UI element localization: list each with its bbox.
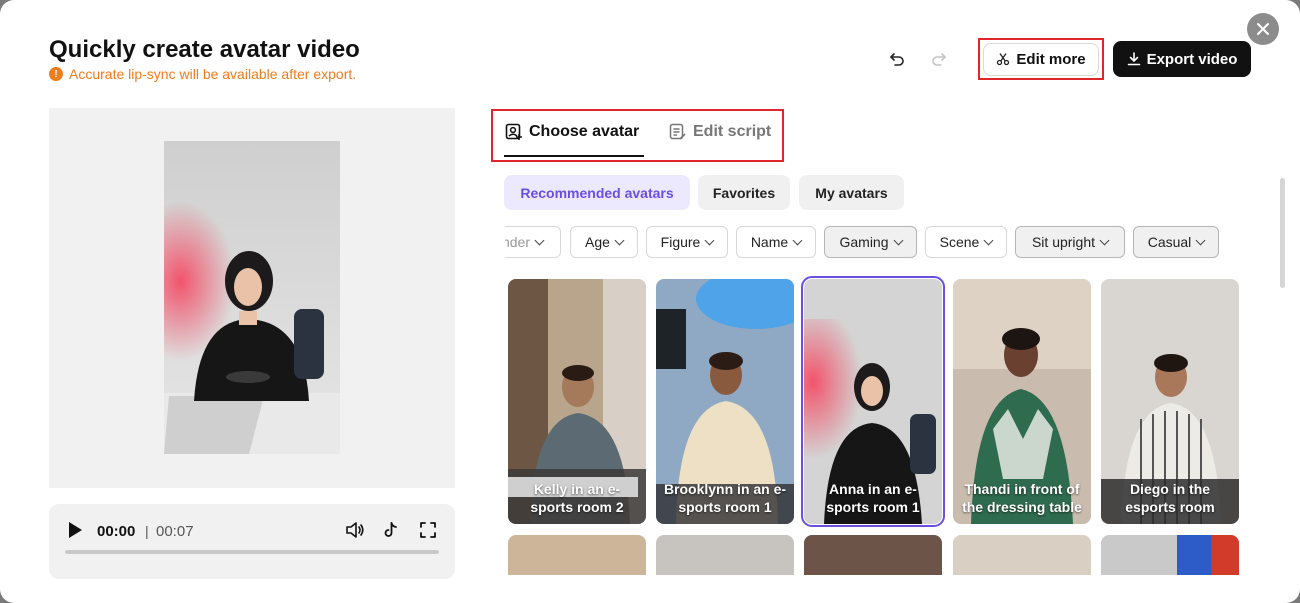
volume-button[interactable] bbox=[345, 521, 365, 544]
time-separator: | bbox=[145, 523, 149, 539]
lip-sync-notice-text: Accurate lip-sync will be available afte… bbox=[69, 66, 357, 82]
chevron-down-icon bbox=[704, 235, 715, 245]
redo-icon bbox=[932, 53, 946, 66]
avatar-card-partial[interactable] bbox=[508, 535, 646, 575]
avatar-card[interactable]: Anna in an e-sports room 1 bbox=[801, 276, 945, 527]
undo-icon bbox=[890, 53, 904, 66]
edit-more-button[interactable]: Edit more bbox=[983, 42, 1099, 76]
video-player-controls: 00:00 | 00:07 bbox=[49, 504, 455, 579]
filter-name-label: Name bbox=[750, 234, 789, 250]
fullscreen-button[interactable] bbox=[419, 521, 437, 544]
tab-choose-avatar[interactable]: Choose avatar bbox=[505, 123, 639, 141]
filter-casual[interactable]: Casual bbox=[1133, 226, 1219, 258]
chevron-down-icon bbox=[1099, 235, 1110, 245]
filter-scene-label: Scene bbox=[939, 234, 980, 250]
avatar-card[interactable]: Brooklynn in an e-sports room 1 bbox=[656, 279, 794, 524]
chevron-down-icon bbox=[614, 235, 625, 245]
filter-scene[interactable]: Scene bbox=[925, 226, 1007, 258]
segment-favorites[interactable]: Favorites bbox=[698, 175, 790, 210]
close-icon bbox=[1257, 23, 1269, 35]
avatar-icon bbox=[505, 123, 522, 140]
avatar-card-partial[interactable] bbox=[953, 535, 1091, 575]
export-video-button[interactable]: Export video bbox=[1113, 41, 1251, 77]
scrollbar[interactable] bbox=[1280, 178, 1285, 288]
filter-sit-upright-label: Sit upright bbox=[1031, 234, 1096, 250]
scissors-icon bbox=[997, 53, 1010, 66]
undo-button[interactable] bbox=[886, 48, 908, 70]
redo-button[interactable] bbox=[928, 48, 950, 70]
tab-edit-script[interactable]: Edit script bbox=[669, 123, 771, 141]
filter-figure[interactable]: Figure bbox=[646, 226, 728, 258]
filter-casual-label: Casual bbox=[1147, 234, 1192, 250]
close-button[interactable] bbox=[1247, 13, 1279, 45]
tiktok-icon bbox=[384, 522, 397, 537]
page-title: Quickly create avatar video bbox=[49, 36, 360, 63]
warning-icon: ! bbox=[49, 67, 63, 81]
filter-name[interactable]: Name bbox=[736, 226, 816, 258]
filter-bar: nder Age Figure Name Gaming Scene Sit up… bbox=[505, 226, 1245, 258]
avatar-video-dialog: Quickly create avatar video ! Accurate l… bbox=[0, 0, 1300, 603]
video-preview bbox=[49, 108, 455, 488]
progress-track[interactable] bbox=[65, 550, 439, 554]
filter-gender-label: nder bbox=[505, 234, 531, 250]
download-icon bbox=[1127, 52, 1140, 66]
filter-gaming-label: Gaming bbox=[839, 234, 889, 250]
avatar-card[interactable]: Kelly in an e-sports room 2 bbox=[508, 279, 646, 524]
avatar-card-label: Diego in the esports room bbox=[1125, 481, 1215, 515]
chevron-down-icon bbox=[983, 235, 994, 245]
filter-age-label: Age bbox=[585, 234, 610, 250]
avatar-card[interactable]: Thandi in front of the dressing table bbox=[953, 279, 1091, 524]
tab-bar-highlight: Choose avatar Edit script bbox=[491, 109, 784, 162]
total-time: 00:07 bbox=[156, 523, 194, 540]
avatar-card-label: Anna in an e-sports room 1 bbox=[826, 481, 920, 515]
export-video-label: Export video bbox=[1146, 50, 1238, 68]
play-button[interactable] bbox=[67, 521, 83, 544]
filter-gaming[interactable]: Gaming bbox=[824, 226, 917, 258]
chevron-down-icon bbox=[893, 235, 903, 245]
segment-my-avatars[interactable]: My avatars bbox=[799, 175, 904, 210]
chevron-down-icon bbox=[534, 235, 545, 245]
filter-sit-upright[interactable]: Sit upright bbox=[1015, 226, 1125, 258]
avatar-card-partial[interactable] bbox=[656, 535, 794, 575]
avatar-card[interactable]: Diego in the esports room bbox=[1101, 279, 1239, 524]
avatar-preview-image bbox=[164, 141, 340, 454]
edit-more-highlight: Edit more bbox=[978, 38, 1104, 80]
segment-recommended-avatars[interactable]: Recommended avatars bbox=[504, 175, 690, 210]
volume-icon bbox=[346, 522, 364, 538]
play-icon bbox=[69, 522, 82, 538]
chevron-down-icon bbox=[792, 235, 803, 245]
filter-age[interactable]: Age bbox=[570, 226, 638, 258]
tab-choose-avatar-label: Choose avatar bbox=[529, 123, 640, 140]
active-tab-indicator bbox=[504, 155, 644, 157]
avatar-card-partial[interactable] bbox=[1101, 535, 1239, 575]
lip-sync-notice: ! Accurate lip-sync will be available af… bbox=[49, 66, 356, 82]
tiktok-button[interactable] bbox=[382, 521, 400, 544]
current-time: 00:00 bbox=[97, 523, 136, 540]
avatar-card-label: Brooklynn in an e-sports room 1 bbox=[663, 481, 787, 515]
avatar-card-partial[interactable] bbox=[804, 535, 942, 575]
script-icon bbox=[669, 123, 686, 140]
tab-edit-script-label: Edit script bbox=[693, 123, 772, 140]
edit-more-label: Edit more bbox=[1016, 50, 1086, 68]
chevron-down-icon bbox=[1195, 235, 1206, 245]
fullscreen-icon bbox=[420, 522, 436, 538]
avatar-card-label: Kelly in an e-sports room 2 bbox=[530, 481, 624, 515]
filter-gender[interactable]: nder bbox=[505, 226, 561, 258]
avatar-card-label: Thandi in front of the dressing table bbox=[962, 481, 1082, 515]
filter-figure-label: Figure bbox=[660, 234, 701, 250]
